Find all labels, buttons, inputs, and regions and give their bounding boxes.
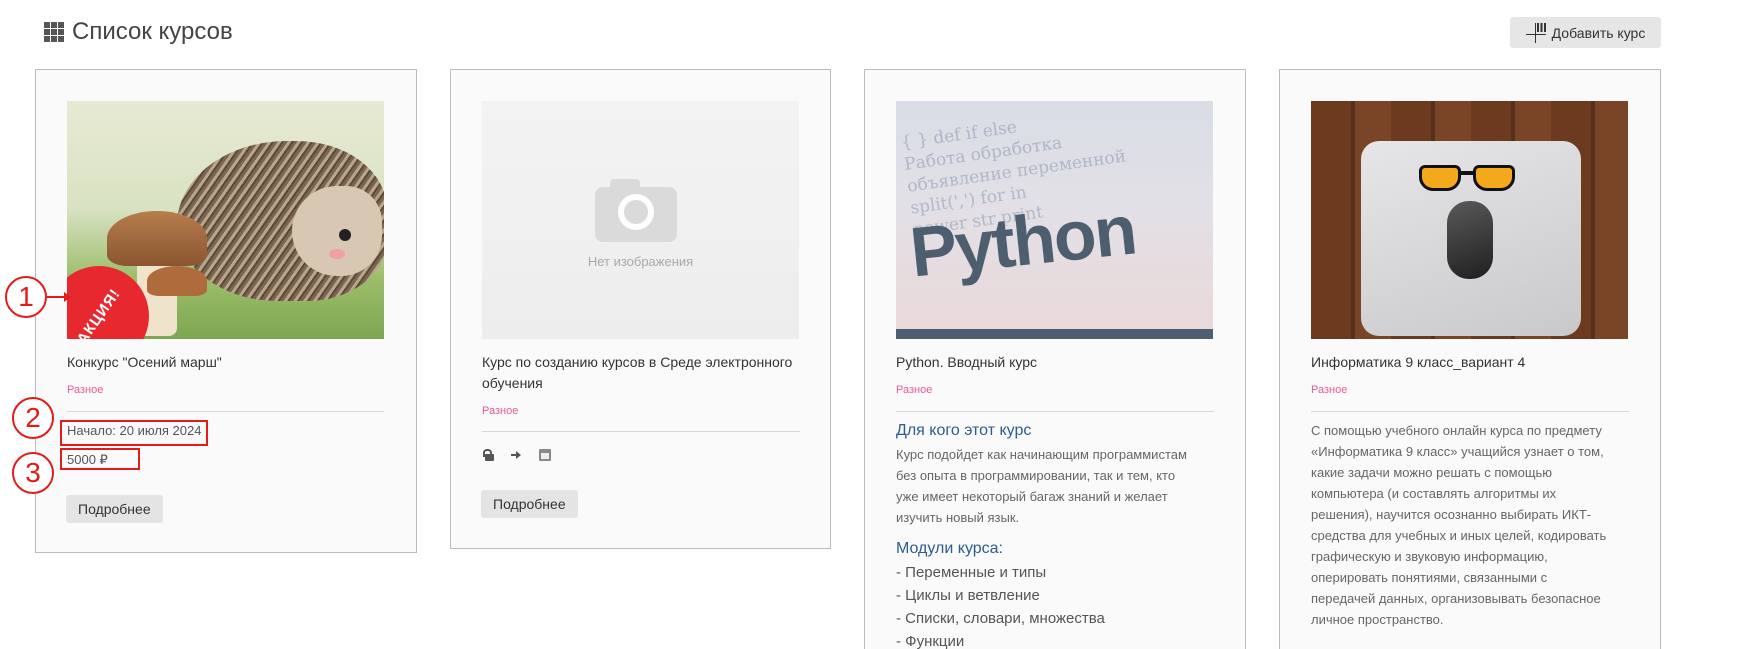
annotation-box-price <box>60 448 140 470</box>
course-category[interactable]: Разное <box>482 405 518 417</box>
no-image-label: Нет изображения <box>587 254 694 269</box>
course-image-laptop[interactable] <box>1311 101 1628 339</box>
audience-heading: Для кого этот курс <box>896 422 1032 439</box>
add-course-label: Добавить курс <box>1551 24 1646 41</box>
divider <box>896 411 1214 412</box>
audience-text: Курс подойдет как начинающим программист… <box>896 447 1187 525</box>
course-image-python[interactable]: { } def if else Работа обработка объявле… <box>896 101 1213 339</box>
course-card-4: Информатика 9 класс_вариант 4 Разное С п… <box>1279 69 1661 649</box>
calendar-icon[interactable] <box>539 449 551 461</box>
divider <box>1311 411 1629 412</box>
list-item: - Списки, словари, множества <box>896 610 1105 627</box>
course-description: С помощью учебного онлайн курса по предм… <box>1311 423 1607 627</box>
page-title: Список курсов <box>72 18 233 45</box>
list-item: - Циклы и ветвление <box>896 587 1040 604</box>
modules-heading: Модули курса: <box>896 540 1003 557</box>
course-category[interactable]: Разное <box>896 384 932 396</box>
enter-icon[interactable] <box>511 449 523 461</box>
modules-list: - Переменные и типы - Циклы и ветвление … <box>896 561 1105 649</box>
list-item: - Функции <box>896 633 965 649</box>
course-title[interactable]: Конкурс "Осений марш" <box>67 352 222 373</box>
grid-icon <box>44 22 64 42</box>
annotation-box-start <box>60 420 208 446</box>
add-course-button[interactable]: Добавить курс <box>1510 17 1661 48</box>
divider <box>67 411 384 412</box>
course-card-1: АКЦИЯ! Конкурс "Осений марш" Разное Нача… <box>35 69 417 553</box>
course-image-hedgehog[interactable]: АКЦИЯ! <box>67 101 384 339</box>
annotation-arrow <box>47 292 71 302</box>
course-title[interactable]: Python. Вводный курс <box>896 352 1037 373</box>
divider <box>482 431 800 432</box>
annotation-1: 1 <box>5 276 47 318</box>
annotation-3: 3 <box>12 452 54 494</box>
mouse-icon <box>1447 201 1493 279</box>
course-image-placeholder[interactable]: Нет изображения <box>482 101 799 339</box>
course-card-3: { } def if else Работа обработка объявле… <box>864 69 1246 649</box>
unlock-icon[interactable] <box>483 449 495 461</box>
list-item: - Переменные и типы <box>896 564 1047 581</box>
course-card-2: Нет изображения Курс по созданию курсов … <box>450 69 831 549</box>
course-actions <box>483 449 551 461</box>
course-category[interactable]: Разное <box>67 384 103 396</box>
course-category[interactable]: Разное <box>1311 384 1347 396</box>
add-icon <box>1525 22 1546 43</box>
details-button[interactable]: Подробнее <box>481 490 578 518</box>
details-button[interactable]: Подробнее <box>66 495 163 523</box>
page-header: Список курсов <box>44 18 233 46</box>
course-title[interactable]: Информатика 9 класс_вариант 4 <box>1311 352 1525 373</box>
course-title[interactable]: Курс по созданию курсов в Среде электрон… <box>482 352 802 394</box>
annotation-2: 2 <box>12 397 54 439</box>
